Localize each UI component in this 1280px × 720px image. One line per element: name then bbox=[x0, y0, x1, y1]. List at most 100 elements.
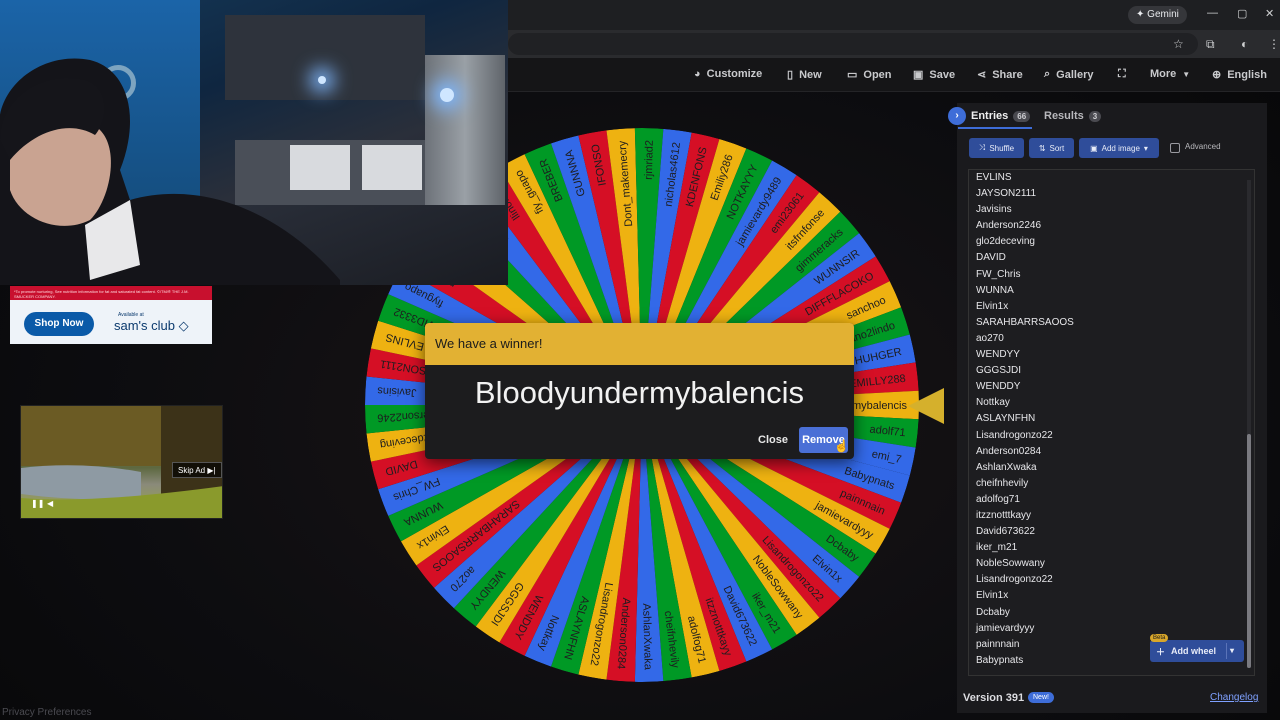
entry-item: SARAHBARRSAOOS bbox=[976, 316, 1074, 328]
entry-item: Nottkay bbox=[976, 397, 1010, 409]
pause-icon[interactable]: ❚❚ bbox=[31, 499, 44, 508]
tab-entries-label: Entries bbox=[971, 110, 1009, 122]
browser-menu-icon[interactable]: ⋮ bbox=[1268, 37, 1280, 51]
url-field[interactable] bbox=[508, 33, 1198, 55]
entries-count-badge: 66 bbox=[1013, 110, 1031, 122]
add-image-button[interactable]: ▣ Add image ▾ bbox=[1079, 138, 1159, 158]
gemini-label: Gemini bbox=[1147, 9, 1179, 20]
plus-icon: ＋ bbox=[1156, 646, 1166, 657]
mouse-cursor-icon: ☝ bbox=[834, 439, 849, 453]
gallery-label: Gallery bbox=[1056, 68, 1094, 81]
more-label: More bbox=[1150, 68, 1177, 80]
wheel-slice-label: Javisins bbox=[377, 384, 417, 398]
entry-item: WUNNA bbox=[976, 284, 1014, 296]
entry-item: glo2deceving bbox=[976, 236, 1035, 248]
sort-icon: ⇅ bbox=[1038, 143, 1046, 153]
share-icon: ⋖ bbox=[977, 69, 987, 81]
bookmark-star-icon[interactable]: ☆ bbox=[1173, 37, 1184, 51]
minimize-icon[interactable]: — bbox=[1207, 7, 1218, 19]
entry-item: FW_Chris bbox=[976, 268, 1021, 280]
image-icon: ▣ bbox=[1090, 143, 1098, 153]
chevron-down-icon[interactable]: ▾ bbox=[1230, 640, 1234, 662]
changelog-link[interactable]: Changelog bbox=[1210, 692, 1258, 703]
sams-club-logo: sam's club ◇ bbox=[114, 318, 189, 334]
entry-item: DAVID bbox=[976, 252, 1006, 264]
entry-item: GGGSJDI bbox=[976, 365, 1022, 377]
document-icon: ▯ bbox=[787, 69, 794, 81]
entry-item: WENDDY bbox=[976, 381, 1021, 393]
wheel-slice-label: AshlanXwaka bbox=[640, 603, 654, 671]
palette-icon: ◕ bbox=[694, 68, 701, 80]
more-button[interactable]: More ▼ bbox=[1150, 68, 1190, 80]
entries-list: EVLINS JAYSON2111 Javisins Anderson2246 glo2… bbox=[976, 170, 1236, 669]
gemini-button[interactable]: ✦ Gemini bbox=[1128, 6, 1187, 24]
advanced-checkbox[interactable] bbox=[1170, 143, 1180, 153]
entry-item: itzznotttkayy bbox=[976, 509, 1032, 521]
entry-item: Anderson0284 bbox=[976, 445, 1042, 457]
save-label: Save bbox=[929, 68, 956, 81]
active-tab-indicator bbox=[958, 127, 1032, 129]
save-icon: ▣ bbox=[913, 69, 924, 81]
shuffle-label: Shuffle bbox=[989, 143, 1015, 153]
skip-ad-button[interactable]: Skip Ad ▶| bbox=[172, 462, 222, 478]
sort-label: Sort bbox=[1049, 143, 1065, 153]
entry-item: JAYSON2111 bbox=[976, 188, 1037, 200]
entry-item: WENDYY bbox=[976, 349, 1020, 361]
profile-icon[interactable]: ◐ bbox=[1241, 37, 1248, 51]
entries-scroll-thumb[interactable] bbox=[1247, 434, 1251, 668]
search-icon: ⌕ bbox=[1044, 68, 1051, 80]
webcam-overlay bbox=[0, 0, 508, 285]
save-button[interactable]: ▣ Save bbox=[913, 68, 956, 82]
open-button[interactable]: ▭ Open bbox=[847, 68, 892, 82]
new-button[interactable]: ▯ New bbox=[787, 68, 822, 82]
entry-item: Dcbaby bbox=[976, 606, 1010, 618]
tab-results[interactable]: Results 3 bbox=[1044, 106, 1102, 126]
close-button[interactable]: Close bbox=[748, 427, 798, 453]
open-label: Open bbox=[863, 68, 892, 81]
wheel-slice-label: rjmriad2 bbox=[643, 140, 656, 180]
entry-item: EVLINS bbox=[976, 172, 1012, 183]
entry-item: adolfog71 bbox=[976, 493, 1020, 505]
shuffle-button[interactable]: ⤨ Shuffle bbox=[969, 138, 1024, 158]
entry-item: Anderson2246 bbox=[976, 220, 1042, 232]
close-window-icon[interactable]: ✕ bbox=[1265, 7, 1274, 20]
chevron-right-icon[interactable]: › bbox=[948, 107, 966, 125]
language-label: English bbox=[1227, 68, 1267, 81]
dialog-title: We have a winner! bbox=[425, 323, 854, 365]
privacy-preferences-link[interactable]: Privacy Preferences bbox=[2, 707, 91, 718]
entry-item: Elvin1x bbox=[976, 300, 1009, 312]
entry-item: ao270 bbox=[976, 332, 1004, 344]
fullscreen-icon: ⛶ bbox=[1118, 68, 1126, 80]
tab-entries[interactable]: › Entries 66 bbox=[948, 106, 1031, 126]
winner-name: Bloodyundermybalencis bbox=[474, 375, 805, 410]
customize-label: Customize bbox=[706, 68, 763, 80]
gallery-button[interactable]: ⌕ Gallery bbox=[1044, 68, 1093, 81]
wheel-pointer bbox=[908, 388, 944, 424]
entry-item: iker_m21 bbox=[976, 542, 1018, 554]
new-label: New bbox=[799, 68, 822, 81]
entry-item: David673622 bbox=[976, 526, 1035, 538]
results-count-badge: 3 bbox=[1088, 110, 1102, 122]
advanced-label: Advanced bbox=[1185, 142, 1221, 151]
share-button[interactable]: ⋖ Share bbox=[977, 68, 1023, 82]
maximize-icon[interactable]: ▢ bbox=[1237, 7, 1247, 20]
fullscreen-button[interactable]: ⛶ bbox=[1118, 68, 1126, 81]
entry-item: AshlanXwaka bbox=[976, 461, 1037, 473]
chevron-down-icon: ▼ bbox=[1182, 69, 1191, 79]
add-wheel-button[interactable]: ＋ Add wheel ▾ bbox=[1150, 640, 1244, 662]
entry-item: Javisins bbox=[976, 204, 1012, 216]
shop-now-button[interactable]: Shop Now bbox=[24, 312, 94, 336]
language-button[interactable]: ⊕ English bbox=[1212, 68, 1267, 82]
version-text: Version 391 bbox=[963, 692, 1025, 704]
shuffle-icon: ⤨ bbox=[978, 143, 986, 152]
sort-button[interactable]: ⇅ Sort bbox=[1029, 138, 1074, 158]
volume-icon[interactable]: ◀ bbox=[47, 499, 53, 508]
entry-item: ASLAYNFHN bbox=[976, 413, 1036, 425]
chevron-down-icon: ▾ bbox=[1143, 143, 1148, 153]
brand-name: sam's club bbox=[114, 318, 176, 333]
folder-icon: ▭ bbox=[847, 69, 858, 81]
add-wheel-label: Add wheel bbox=[1171, 646, 1217, 656]
customize-button[interactable]: ◕ Customize bbox=[694, 68, 762, 80]
cast-icon[interactable]: ⧉ bbox=[1206, 37, 1215, 52]
new-badge: New! bbox=[1028, 692, 1054, 703]
